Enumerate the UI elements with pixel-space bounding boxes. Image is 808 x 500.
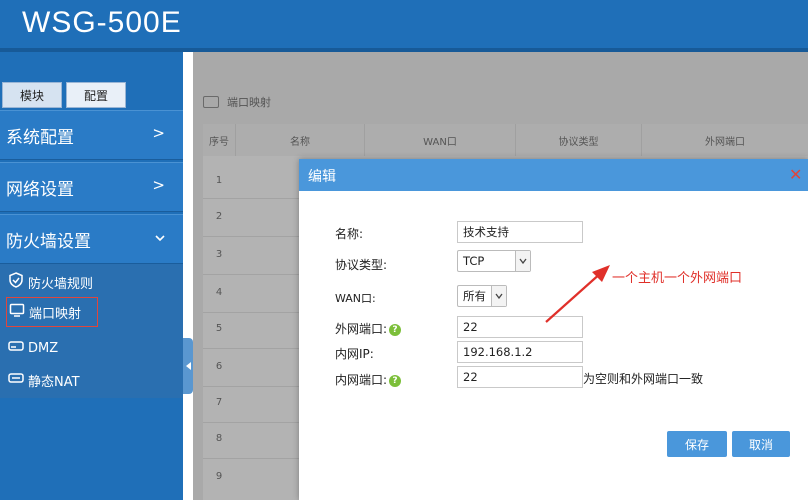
cancel-button[interactable]: 取消	[732, 431, 790, 457]
monitor-icon	[203, 96, 219, 108]
protocol-select-value: TCP	[463, 254, 485, 268]
help-icon[interactable]: ?	[389, 323, 402, 336]
table-row-num: 7	[215, 396, 223, 408]
submenu-item-label: 防火墙规则	[28, 276, 94, 292]
sidebar-collapse-handle[interactable]	[183, 338, 193, 394]
submenu-item-firewall-rules[interactable]: 防火墙规则	[6, 267, 93, 297]
dialog-title: 编辑	[308, 169, 336, 185]
sidebar-item-label: 网络设置	[6, 179, 74, 200]
table-row-num: 8	[215, 432, 223, 444]
table-row-num: 5	[215, 322, 223, 334]
chevron-down-icon	[491, 286, 506, 306]
int-ip-label: 内网IP:	[335, 347, 374, 361]
wan-label: WAN口:	[335, 292, 376, 305]
column-header: 外网端口	[642, 124, 808, 156]
column-header: 协议类型	[516, 124, 642, 156]
sidebar-item-network-settings[interactable]: 网络设置 >	[0, 162, 183, 212]
submenu-item-label: 静态NAT	[28, 374, 80, 390]
sidebar-item-system-config[interactable]: 系统配置 >	[0, 110, 183, 160]
protocol-select[interactable]: TCP	[457, 250, 531, 272]
name-label: 名称:	[335, 227, 364, 241]
wan-select-value: 所有	[463, 289, 486, 303]
table-row-num: 9	[215, 470, 223, 482]
tab-modules[interactable]: 模块	[2, 82, 62, 108]
close-icon[interactable]: ✕	[789, 165, 802, 184]
table-row-num: 2	[215, 210, 223, 222]
int-ip-field[interactable]: 192.168.1.2	[457, 341, 583, 363]
annotation-arrow	[545, 265, 610, 323]
save-button[interactable]: 保存	[667, 431, 727, 457]
submenu-item-label: 端口映射	[29, 306, 82, 322]
chevron-down-icon	[515, 251, 530, 271]
help-icon[interactable]: ?	[389, 374, 402, 387]
shield-icon	[8, 272, 24, 292]
annotation-text: 一个主机一个外网端口	[612, 271, 743, 286]
column-header: WAN口	[365, 124, 516, 156]
tab-config-label: 配置	[83, 88, 108, 103]
table-row-num: 6	[215, 360, 223, 372]
server-icon	[8, 340, 24, 356]
table-row-num: 1	[215, 174, 223, 186]
firewall-submenu: 防火墙规则 端口映射 DMZ 静态NAT	[0, 264, 183, 398]
int-port-hint: 为空则和外网端口一致	[583, 372, 704, 386]
int-port-label-text: 内网端口:	[335, 373, 388, 387]
wan-select[interactable]: 所有	[457, 285, 507, 307]
table-row-num: 3	[215, 248, 223, 260]
chevron-down-icon	[155, 228, 165, 246]
submenu-item-dmz[interactable]: DMZ	[6, 333, 58, 363]
app-header: WSG-500E	[0, 0, 808, 52]
int-port-label: 内网端口:?	[335, 371, 402, 388]
app-title: WSG-500E	[22, 6, 182, 39]
ext-port-label-text: 外网端口:	[335, 322, 388, 336]
sidebar-tabs: 模块 配置	[0, 80, 183, 108]
sidebar-item-firewall-settings[interactable]: 防火墙设置	[0, 214, 183, 264]
tab-modules-label: 模块	[19, 88, 44, 103]
submenu-item-static-nat[interactable]: 静态NAT	[6, 365, 80, 395]
submenu-item-port-mapping[interactable]: 端口映射	[6, 297, 98, 327]
column-header: 名称	[236, 124, 365, 156]
tab-config[interactable]: 配置	[66, 82, 126, 108]
nat-icon	[8, 372, 24, 388]
sidebar-item-label: 系统配置	[6, 127, 74, 148]
name-field[interactable]: 技术支持	[457, 221, 583, 243]
ext-port-label: 外网端口:?	[335, 320, 402, 337]
chevron-right-icon: >	[152, 176, 165, 194]
dialog-titlebar	[299, 159, 808, 191]
chevron-right-icon: >	[152, 124, 165, 142]
sidebar-item-label: 防火墙设置	[6, 231, 91, 252]
column-header: 序号	[203, 124, 236, 156]
int-port-field[interactable]: 22	[457, 366, 583, 388]
table-row-num: 4	[215, 286, 223, 298]
breadcrumb: 端口映射	[227, 96, 271, 109]
submenu-item-label: DMZ	[28, 340, 59, 356]
protocol-label: 协议类型:	[335, 258, 388, 272]
monitor-icon	[9, 303, 25, 321]
